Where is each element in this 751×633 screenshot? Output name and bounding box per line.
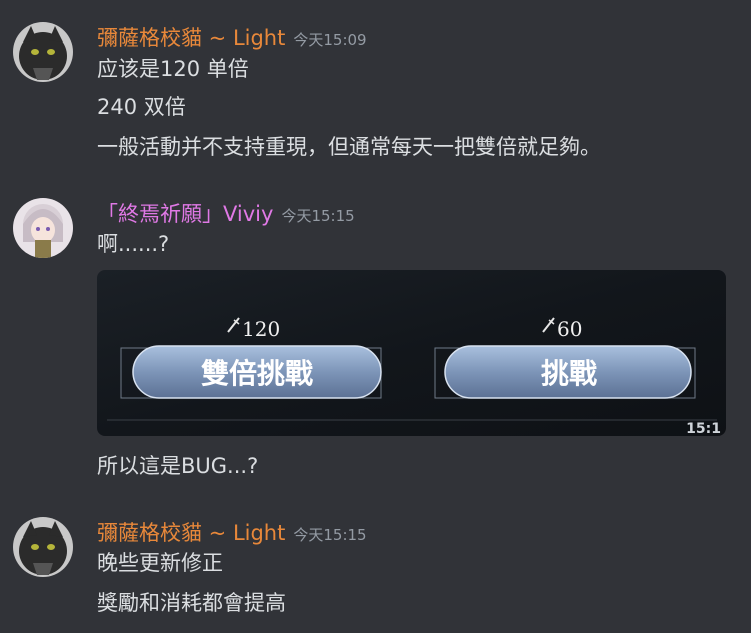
- timestamp: 今天15:09: [293, 31, 367, 49]
- cat-avatar-icon: [13, 22, 73, 82]
- message-text: 啊......?: [97, 232, 170, 256]
- cat-avatar-icon: [13, 517, 73, 577]
- chat-message-list: 彌薩格校貓 ~ Light 今天15:09 应该是120 单倍 240 双倍 一般…: [0, 0, 751, 633]
- left-cost-text: 120: [242, 317, 280, 341]
- message-text: 所以這是BUG...?: [97, 454, 259, 478]
- game-screenshot: 120 雙倍挑戰 60 挑戰 15:1: [97, 270, 726, 436]
- avatar[interactable]: [13, 198, 73, 258]
- image-attachment[interactable]: 120 雙倍挑戰 60 挑戰 15:1: [97, 270, 726, 436]
- avatar[interactable]: [13, 22, 73, 82]
- challenge-label: 挑戰: [541, 357, 597, 390]
- timestamp: 今天15:15: [281, 207, 355, 225]
- corner-text: 15:1: [686, 421, 721, 436]
- message-text: 240 双倍: [97, 95, 186, 119]
- message-text: 獎勵和消耗都會提高: [97, 591, 286, 615]
- message-text: 一般活動并不支持重現，但通常每天一把雙倍就足夠。: [97, 135, 601, 159]
- timestamp: 今天15:15: [293, 526, 367, 544]
- username[interactable]: 「終焉祈願」Viviy: [97, 202, 273, 226]
- message-text: 应该是120 单倍: [97, 57, 249, 81]
- avatar[interactable]: [13, 517, 73, 577]
- right-cost-text: 60: [557, 317, 582, 341]
- username[interactable]: 彌薩格校貓 ~ Light: [97, 26, 285, 50]
- anime-girl-avatar-icon: [13, 198, 73, 258]
- username[interactable]: 彌薩格校貓 ~ Light: [97, 521, 285, 545]
- double-challenge-label: 雙倍挑戰: [201, 357, 313, 390]
- message-text: 晚些更新修正: [97, 551, 223, 575]
